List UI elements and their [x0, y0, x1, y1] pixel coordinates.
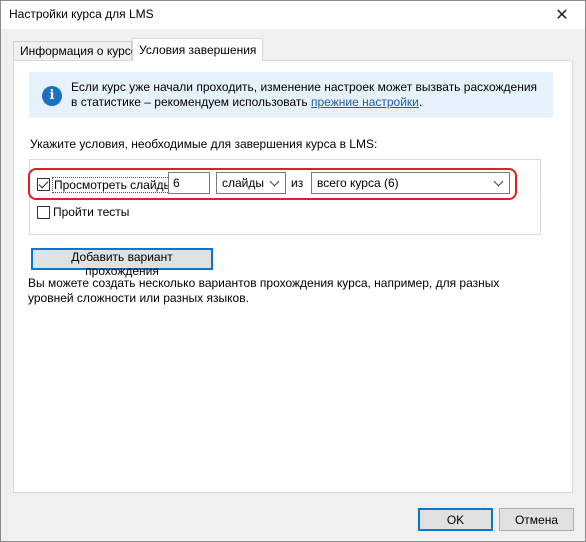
info-suffix: .	[418, 95, 423, 109]
info-icon: i	[42, 86, 62, 106]
chevron-down-icon	[493, 176, 504, 187]
add-variant-button[interactable]: Добавить вариант прохождения	[31, 248, 213, 278]
slides-count-input[interactable]	[168, 172, 210, 194]
view-slides-checkbox[interactable]	[37, 178, 50, 191]
tab-panel: i Если курс уже начали проходить, измене…	[13, 60, 573, 493]
slides-unit-value: слайды	[222, 176, 265, 190]
dialog-window: Настройки курса для LMS ✕ Информация о к…	[0, 0, 586, 542]
hint-text: Вы можете создать несколько вариантов пр…	[28, 276, 500, 305]
chevron-down-icon	[269, 176, 280, 187]
view-slides-label[interactable]: Просмотреть слайды	[52, 177, 175, 193]
cancel-button[interactable]: Отмена	[499, 508, 574, 531]
slides-unit-select[interactable]: слайды	[216, 172, 286, 194]
info-text: Если курс уже начали проходить, изменени…	[71, 80, 541, 110]
slides-scope-select[interactable]: всего курса (6)	[311, 172, 510, 194]
tab-course-info[interactable]: Информация о курсе	[13, 41, 137, 60]
info-banner: i Если курс уже начали проходить, измене…	[29, 72, 553, 118]
pass-tests-checkbox[interactable]	[37, 206, 50, 219]
slides-scope-value: всего курса (6)	[317, 176, 399, 190]
window-title: Настройки курса для LMS	[9, 7, 154, 21]
info-message: Если курс уже начали проходить, изменени…	[71, 80, 538, 109]
ok-button[interactable]: OK	[418, 508, 493, 531]
close-icon[interactable]: ✕	[539, 1, 585, 29]
instruction-label: Укажите условия, необходимые для заверше…	[30, 137, 378, 151]
pass-tests-label[interactable]: Пройти тесты	[53, 205, 129, 219]
previous-settings-link[interactable]: прежние настройки	[311, 95, 419, 109]
title-bar: Настройки курса для LMS ✕	[1, 1, 585, 29]
tab-completion-conditions[interactable]: Условия завершения	[132, 38, 263, 61]
of-label: из	[291, 176, 304, 190]
